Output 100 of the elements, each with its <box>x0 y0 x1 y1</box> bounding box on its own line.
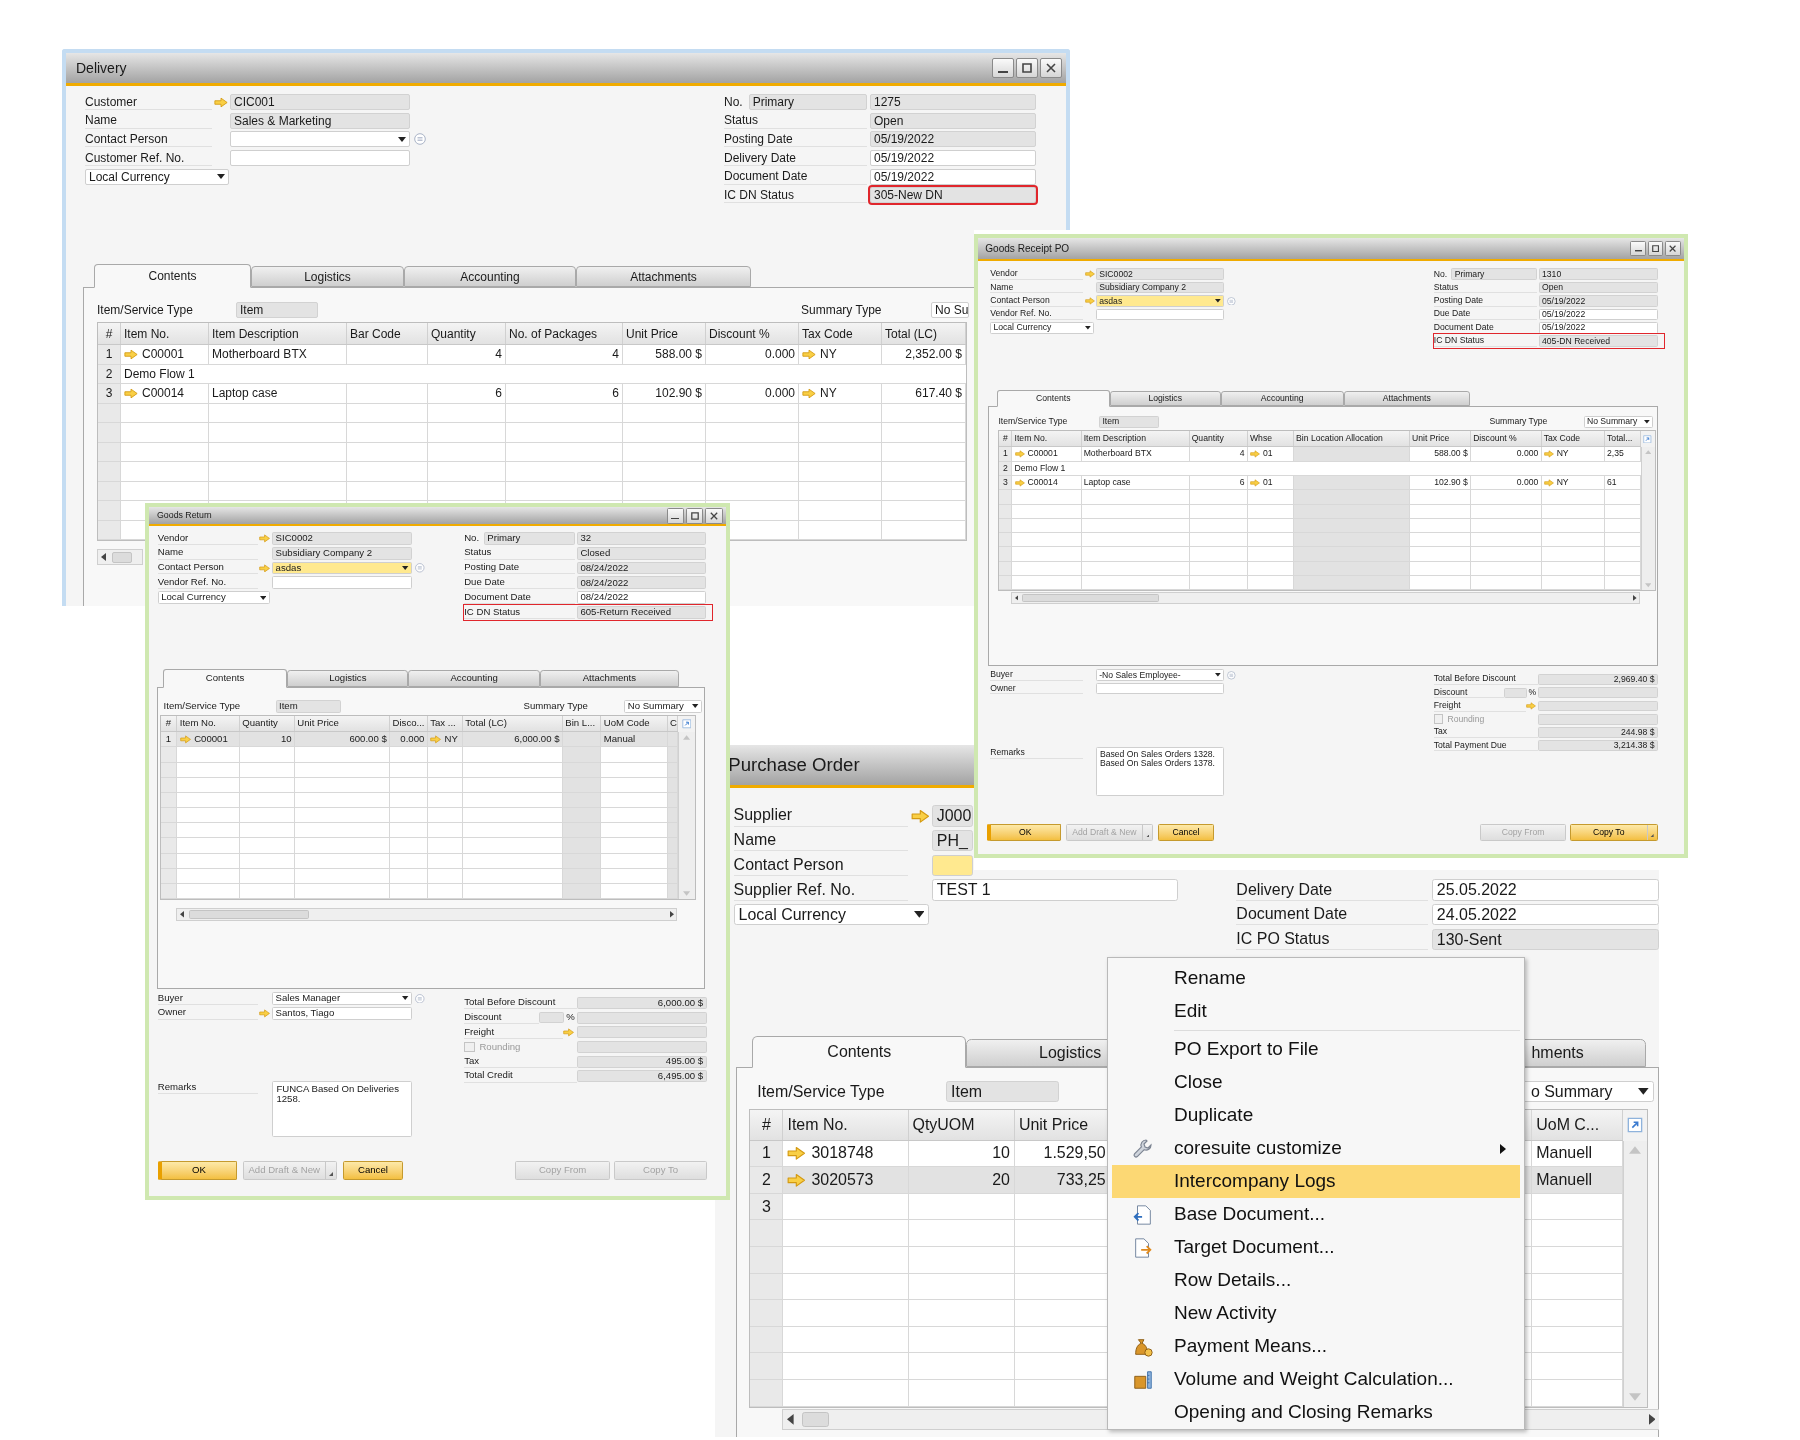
field-label: IC PO Status <box>1236 928 1428 951</box>
field-label: Item/Service Type <box>163 699 242 714</box>
window-title: Delivery <box>76 58 127 78</box>
field-label: Document Date <box>724 168 867 185</box>
readonly-field: Subsidiary Company 2 <box>1096 281 1225 294</box>
field-label: Owner <box>157 1006 258 1020</box>
field-label: Summary Type <box>1489 415 1549 429</box>
amount-field: 244.98 $ <box>1538 727 1658 738</box>
field-label: Rounding <box>1447 712 1485 726</box>
field-label: Document Date <box>1236 904 1428 926</box>
field-label: Posting Date <box>464 561 575 575</box>
table-cell: NY <box>1556 476 1569 490</box>
readonly-field: J000 <box>931 805 973 827</box>
field-label: Due Date <box>1433 308 1537 321</box>
readonly-field: SIC0002 <box>272 532 413 545</box>
field-label: IC DN Status <box>464 605 575 619</box>
field-label: Contact Person <box>990 295 1084 307</box>
table-cell: NY <box>444 732 458 747</box>
field-label: Name <box>85 112 212 129</box>
field-label: Document Date <box>464 591 575 604</box>
field-label: Remarks <box>990 747 1084 759</box>
field-label: Contact Person <box>85 131 212 148</box>
readonly-field: Item <box>236 302 318 318</box>
field-label: Status <box>1433 281 1537 294</box>
table-cell: 01 <box>1262 447 1273 461</box>
table-cell-text: 0.000 <box>764 346 795 364</box>
field-label: Vendor <box>157 532 258 545</box>
field-label: No. <box>1433 268 1449 280</box>
readonly-field: 1275 <box>870 94 1036 111</box>
table-cell-text: Manuell <box>1536 1143 1593 1164</box>
table-cell-text: 588.00 $ <box>655 346 702 364</box>
table-cell: Manual <box>603 732 636 747</box>
table-cell-text: 2,352.00 $ <box>905 346 962 364</box>
table-cell: 01 <box>1262 476 1273 490</box>
table-cell-text: 3020573 <box>811 1170 874 1191</box>
table-cell-text: 20 <box>992 1170 1010 1191</box>
table-cell-text: Demo Flow 1 <box>124 365 195 383</box>
readonly-field: Closed <box>577 546 706 560</box>
field-label: Remarks <box>157 1081 258 1095</box>
table-cell: 2,35 <box>1607 447 1624 461</box>
table-cell-text: 6 <box>612 385 619 403</box>
table-cell: 0.000 <box>1516 476 1539 490</box>
readonly-field: Open <box>1538 281 1658 294</box>
field-label: Vendor Ref. No. <box>157 576 258 590</box>
readonly-field: Subsidiary Company 2 <box>272 546 413 560</box>
table-cell-text: 0.000 <box>764 385 795 403</box>
table-cell: 4 <box>1239 447 1245 461</box>
field-label: Name <box>733 829 908 852</box>
amount-field: 6,495.00 $ <box>577 1070 707 1083</box>
table-cell: 600.00 $ <box>349 732 387 747</box>
field-label: Item/Service Type <box>97 302 194 319</box>
table-cell: C00001 <box>194 732 228 747</box>
readonly-field: SIC0002 <box>1096 268 1225 280</box>
table-cell: Demo Flow 1 <box>1014 461 1066 475</box>
table-cell-text: C00014 <box>142 385 185 403</box>
table-cell-text: Motherboard BTX <box>212 346 307 364</box>
field-label: Buyer <box>157 991 258 1005</box>
readonly-field: 305-New DN <box>870 187 1036 204</box>
readonly-field: Item <box>946 1081 1060 1103</box>
readonly-field: 1310 <box>1538 268 1658 280</box>
table-cell-text: 733,25 <box>1056 1170 1106 1191</box>
table-cell-text: C00001 <box>142 346 185 364</box>
field-label: Name <box>990 281 1084 294</box>
table-cell-text: 617.40 $ <box>915 385 962 403</box>
table-cell: NY <box>1556 447 1569 461</box>
readonly-field: 08/24/2022 <box>577 561 706 575</box>
readonly-field: Open <box>870 112 1036 129</box>
field-label: IC DN Status <box>1433 335 1537 347</box>
field-label: Total Credit <box>464 1069 577 1083</box>
percent-sign: % <box>1527 686 1538 700</box>
readonly-field: Item <box>1099 416 1159 428</box>
table-cell: 10 <box>280 732 292 747</box>
table-cell: 6 <box>1239 476 1245 490</box>
window-title: Goods Return <box>157 509 212 522</box>
readonly-field: 08/24/2022 <box>577 576 706 590</box>
table-cell-text: 4 <box>612 346 619 364</box>
field-label: Customer <box>85 94 212 111</box>
table-cell: 588.00 $ <box>1434 447 1468 461</box>
table-cell-text: Manuell <box>1536 1170 1593 1191</box>
field-label: Customer Ref. No. <box>85 150 212 167</box>
field-label: Contact Person <box>733 854 908 876</box>
table-cell: 102.90 $ <box>1434 476 1468 490</box>
field-label: Vendor Ref. No. <box>990 308 1084 321</box>
field-label: Tax <box>1433 726 1539 739</box>
table-cell: Laptop case <box>1083 476 1131 490</box>
readonly-field: CIC001 <box>230 94 410 111</box>
field-label: Total Before Discount <box>1433 673 1539 686</box>
readonly-field: Item <box>275 699 342 713</box>
table-cell: 0.000 <box>1516 447 1539 461</box>
table-cell-text: 102.90 $ <box>655 385 702 403</box>
field-label: Buyer <box>990 669 1084 681</box>
field-label: Total Payment Due <box>1433 739 1539 752</box>
table-cell: Motherboard BTX <box>1083 447 1152 461</box>
field-label: Rounding <box>479 1039 521 1054</box>
field-label: Status <box>464 546 575 560</box>
table-cell-text: 3018748 <box>811 1143 874 1164</box>
amount-field: 495.00 $ <box>577 1055 707 1068</box>
table-cell: 6,000.00 $ <box>514 732 560 747</box>
field-label: Owner <box>990 682 1084 695</box>
field-label: Discount <box>464 1011 539 1025</box>
